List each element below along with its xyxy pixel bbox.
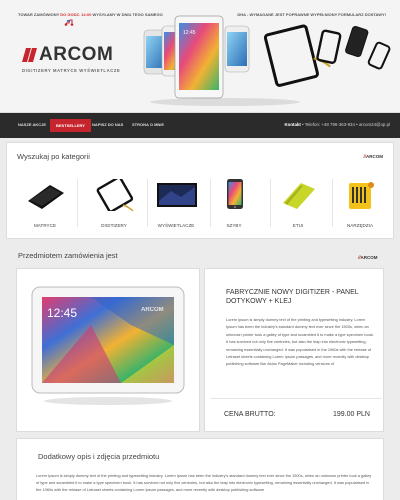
nav-contact: Kontakt • Telefon: +48 796-363-934 • arc… [284,122,391,127]
details-title: Dodatkowy opis i zdjęcia przedmiotu [38,452,160,461]
logo-text: ARCOM [39,44,114,65]
category-section-title: Wyszukaj po kategorii [17,152,90,161]
category-etui[interactable]: ETUI [269,179,327,231]
phone-glass-icon [227,179,243,209]
category-label: WYŚWIETLACZE [157,223,195,228]
contact-label[interactable]: Kontakt [285,122,301,127]
product-description: Lorem ipsum is simply dummy text of the … [226,317,374,367]
nav-item-nasze-akcje[interactable]: Nasze Akcje [18,122,46,127]
case-icon [283,183,315,209]
category-section-logo: //ARCOM [363,154,383,159]
logo-tagline: DIGITIZERY MATRYCE WYŚWIETLACZE [22,68,121,73]
product-image-card: 12:45 ARCOM [16,268,200,432]
price-value: 199.00 PLN [333,411,370,418]
display-icon [157,183,197,207]
matrix-panel-icon [28,185,64,209]
contact-email[interactable]: arcom24@op.pl [359,122,390,127]
category-label: DIGITIZERY [101,223,127,228]
main-nav: Nasze Akcje Bestsellery Napisz do nas St… [0,113,400,138]
tools-icon [349,182,374,209]
product-clock-text: 12:45 [47,306,77,320]
category-label: NARZĘDZIA [346,223,374,228]
category-narzedzia[interactable]: NARZĘDZIA [331,179,389,231]
price-label: CENA BRUTTO: [224,411,276,418]
nav-item-strona-o-mnie[interactable]: Strona o mnie [132,122,164,127]
category-divider [77,179,78,227]
category-matryce[interactable]: MATRYCE [16,179,74,231]
price-row: CENA BRUTTO: 199.00 PLN [210,398,382,434]
details-text: Lorem Ipsum is simply dummy text of the … [36,473,372,492]
delivery-scooter-icon [64,18,74,26]
site-header: TOWAR ZAMÓWIONY DO GODZ. 14:00 WYSYŁAMY … [0,0,400,113]
category-section: Wyszukaj po kategorii //ARCOM MATRYCE DI… [6,142,394,239]
hero-clock-text: 12:45 [183,30,196,36]
logo-slash-icon [22,48,37,62]
category-digitizery[interactable]: DIGITIZERY [85,179,143,231]
category-label: SZYBY [226,223,242,228]
product-watermark-text: ARCOM [141,307,164,313]
hero-devices-image: 12:45 [143,15,391,106]
product-name: FABRYCZNIE NOWY DIGITIZER - PANEL DOTYKO… [226,289,359,305]
contact-phone[interactable]: Telefon: +48 796-363-934 [305,122,355,127]
category-label: MATRYCE [33,223,57,228]
nav-item-napisz-do-nas[interactable]: Napisz do nas [92,122,123,127]
category-szyby[interactable]: SZYBY [205,179,263,231]
product-section-title: Przedmiotem zamówienia jest [18,251,118,260]
product-tablet-image[interactable]: 12:45 ARCOM [31,285,187,409]
nav-item-bestsellery[interactable]: Bestsellery [50,119,91,132]
category-wyswietlacze[interactable]: WYŚWIETLACZE [147,179,205,231]
site-logo[interactable]: ARCOM DIGITIZERY MATRYCE WYŚWIETLACZE [22,44,132,73]
digitizer-icon [96,179,134,211]
category-label: ETUI [292,223,304,228]
product-section-logo: //ARCOM [358,255,378,260]
